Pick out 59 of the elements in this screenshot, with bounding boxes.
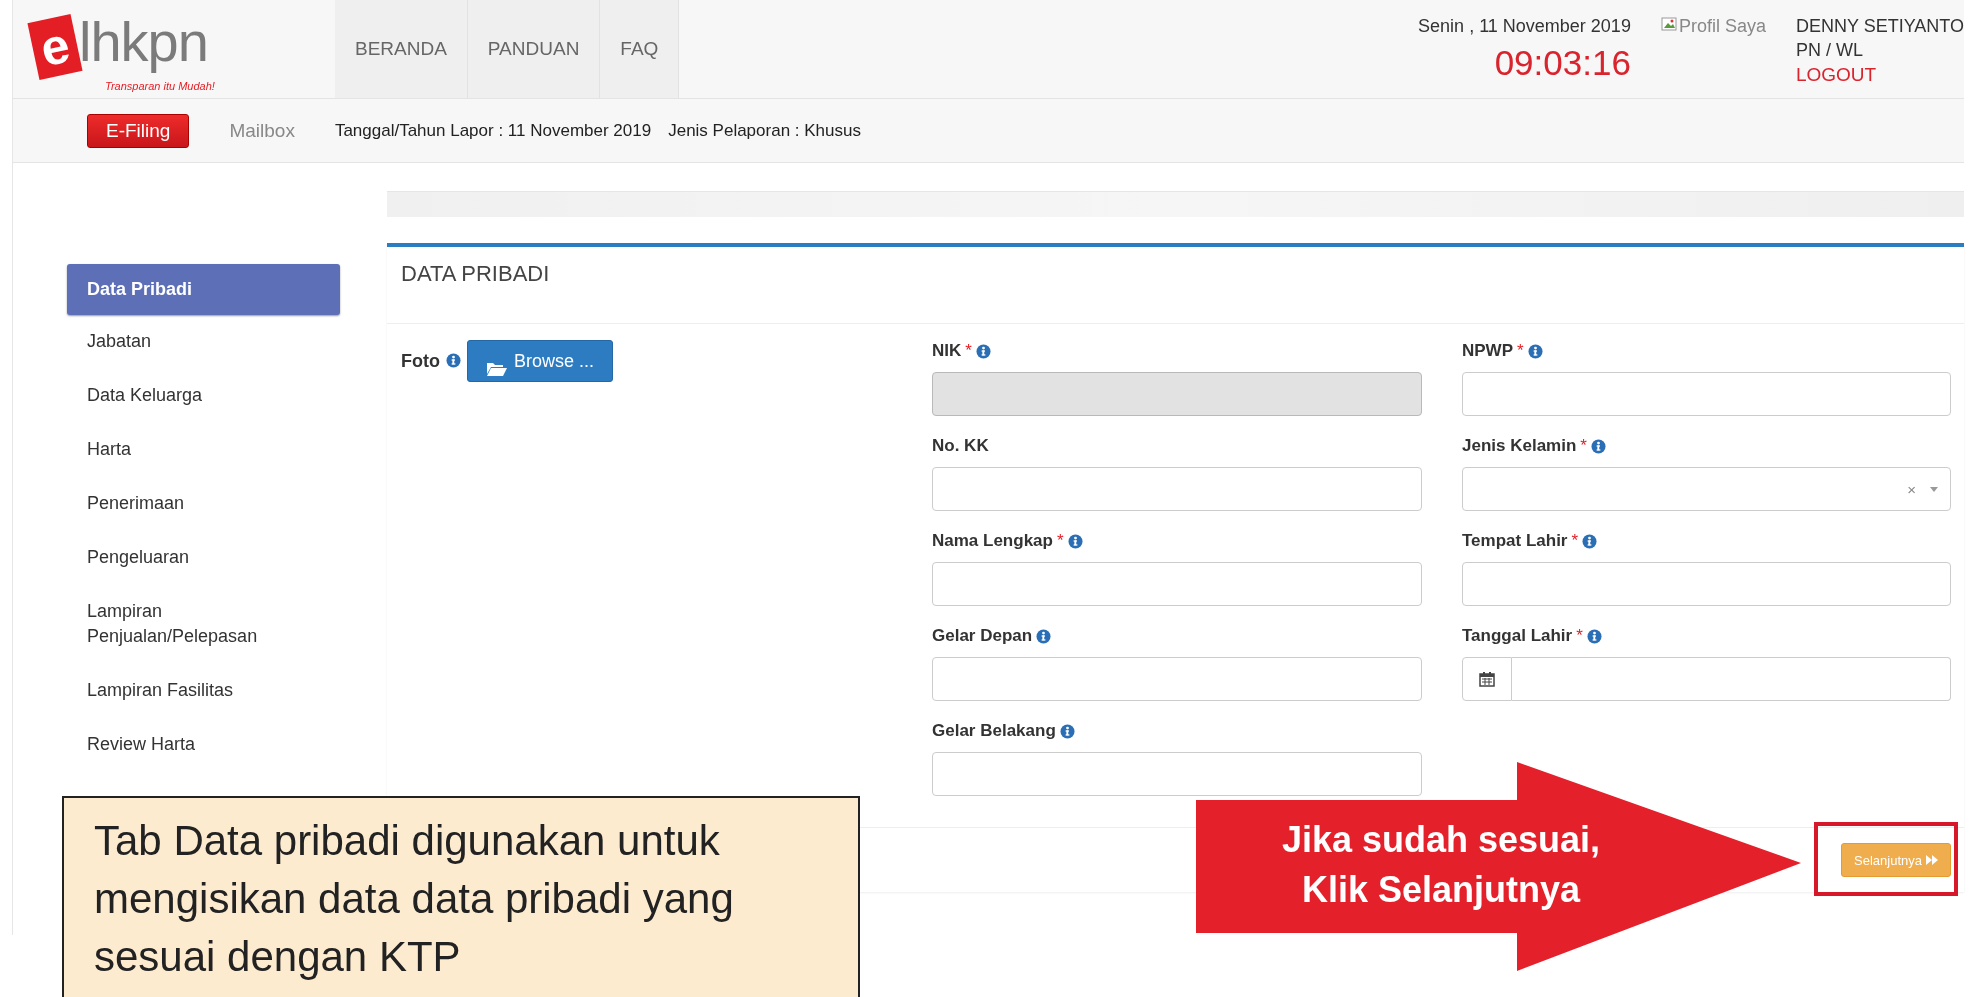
calendar-icon — [1479, 671, 1495, 687]
field-label: Gelar Belakang — [932, 721, 1056, 741]
nav-link[interactable]: BERANDA — [335, 0, 468, 98]
panel-title: DATA PRIBADI — [387, 247, 1964, 324]
sidebar-item[interactable]: Penerimaan — [67, 477, 340, 531]
required-mark: * — [1517, 341, 1524, 361]
nav-link[interactable]: PANDUAN — [467, 0, 601, 98]
required-mark: * — [1576, 626, 1583, 646]
user-name: DENNY SETIYANTO — [1795, 16, 1964, 37]
input-field[interactable] — [932, 562, 1422, 606]
input-field[interactable] — [932, 467, 1422, 511]
sidebar-item[interactable]: Data Pribadi — [67, 264, 340, 315]
date-text: Senin , 11 November 2019 — [1418, 16, 1631, 37]
required-mark: * — [965, 341, 972, 361]
clear-icon[interactable]: × — [1907, 480, 1916, 498]
required-mark: * — [1571, 531, 1579, 551]
fast-forward-icon — [1926, 855, 1938, 865]
annotation-note: Tab Data pribadi digunakan untuk mengisikan data data pribadi yang sesuai dengan KTP — [62, 796, 860, 997]
sidebar-item[interactable]: Jabatan — [67, 315, 340, 369]
input-field[interactable] — [932, 657, 1422, 701]
date-field[interactable] — [1512, 657, 1951, 701]
user-role: PN / WL — [1795, 40, 1864, 61]
report-type: Jenis Pelaporan : Khusus — [668, 120, 861, 141]
profile-image-alt[interactable]: Profil Saya — [1678, 16, 1766, 37]
select-field[interactable]: × — [1462, 467, 1951, 511]
sidebar-item[interactable]: Review Harta — [67, 718, 340, 772]
sidebar-item[interactable]: Pengeluaran — [67, 531, 340, 585]
field-label: No. KK — [932, 436, 989, 456]
field-label: NIK — [932, 341, 962, 361]
nav-link[interactable]: FAQ — [600, 0, 680, 98]
report-date: Tanggal/Tahun Lapor : 11 November 2019 — [334, 120, 652, 141]
input-field[interactable] — [1462, 372, 1951, 416]
input-field[interactable] — [932, 752, 1422, 796]
required-mark: * — [1056, 531, 1064, 551]
clock-text: 09:03:16 — [1494, 43, 1631, 83]
field-label: Foto — [401, 351, 440, 372]
logo-mark: e — [27, 14, 83, 80]
sidebar-item[interactable]: Lampiran Penjualan/Pelepasan — [67, 585, 340, 664]
calendar-button[interactable] — [1462, 657, 1512, 701]
required-mark: * — [1580, 436, 1587, 456]
browse-button[interactable]: Browse ... — [467, 340, 613, 382]
logo-tagline: Transparan itu Mudah! — [105, 80, 215, 92]
field-label: NPWP — [1462, 341, 1513, 361]
field-label: Gelar Depan — [932, 626, 1033, 646]
field-label: Tanggal Lahir — [1462, 626, 1573, 646]
field-label: Nama Lengkap — [932, 531, 1053, 551]
input-field[interactable] — [1462, 562, 1951, 606]
sidebar-item[interactable]: Harta — [67, 423, 340, 477]
logout-link[interactable]: LOGOUT — [1795, 64, 1964, 86]
nav-tab[interactable]: Mailbox — [211, 114, 313, 147]
broken-image-icon — [1660, 16, 1677, 32]
nav-tab[interactable]: E-Filing — [87, 113, 190, 148]
field-label: Jenis Kelamin — [1462, 436, 1577, 456]
arrow-label: Klik Selanjutnya — [1301, 868, 1581, 912]
arrow-label: Jika sudah sesuai, — [1281, 818, 1601, 862]
caret-icon — [1930, 486, 1938, 492]
field-label: Tempat Lahir — [1462, 531, 1568, 551]
sidebar-item[interactable]: Data Keluarga — [67, 369, 340, 423]
sidebar-item[interactable]: Lampiran Fasilitas — [67, 664, 340, 718]
